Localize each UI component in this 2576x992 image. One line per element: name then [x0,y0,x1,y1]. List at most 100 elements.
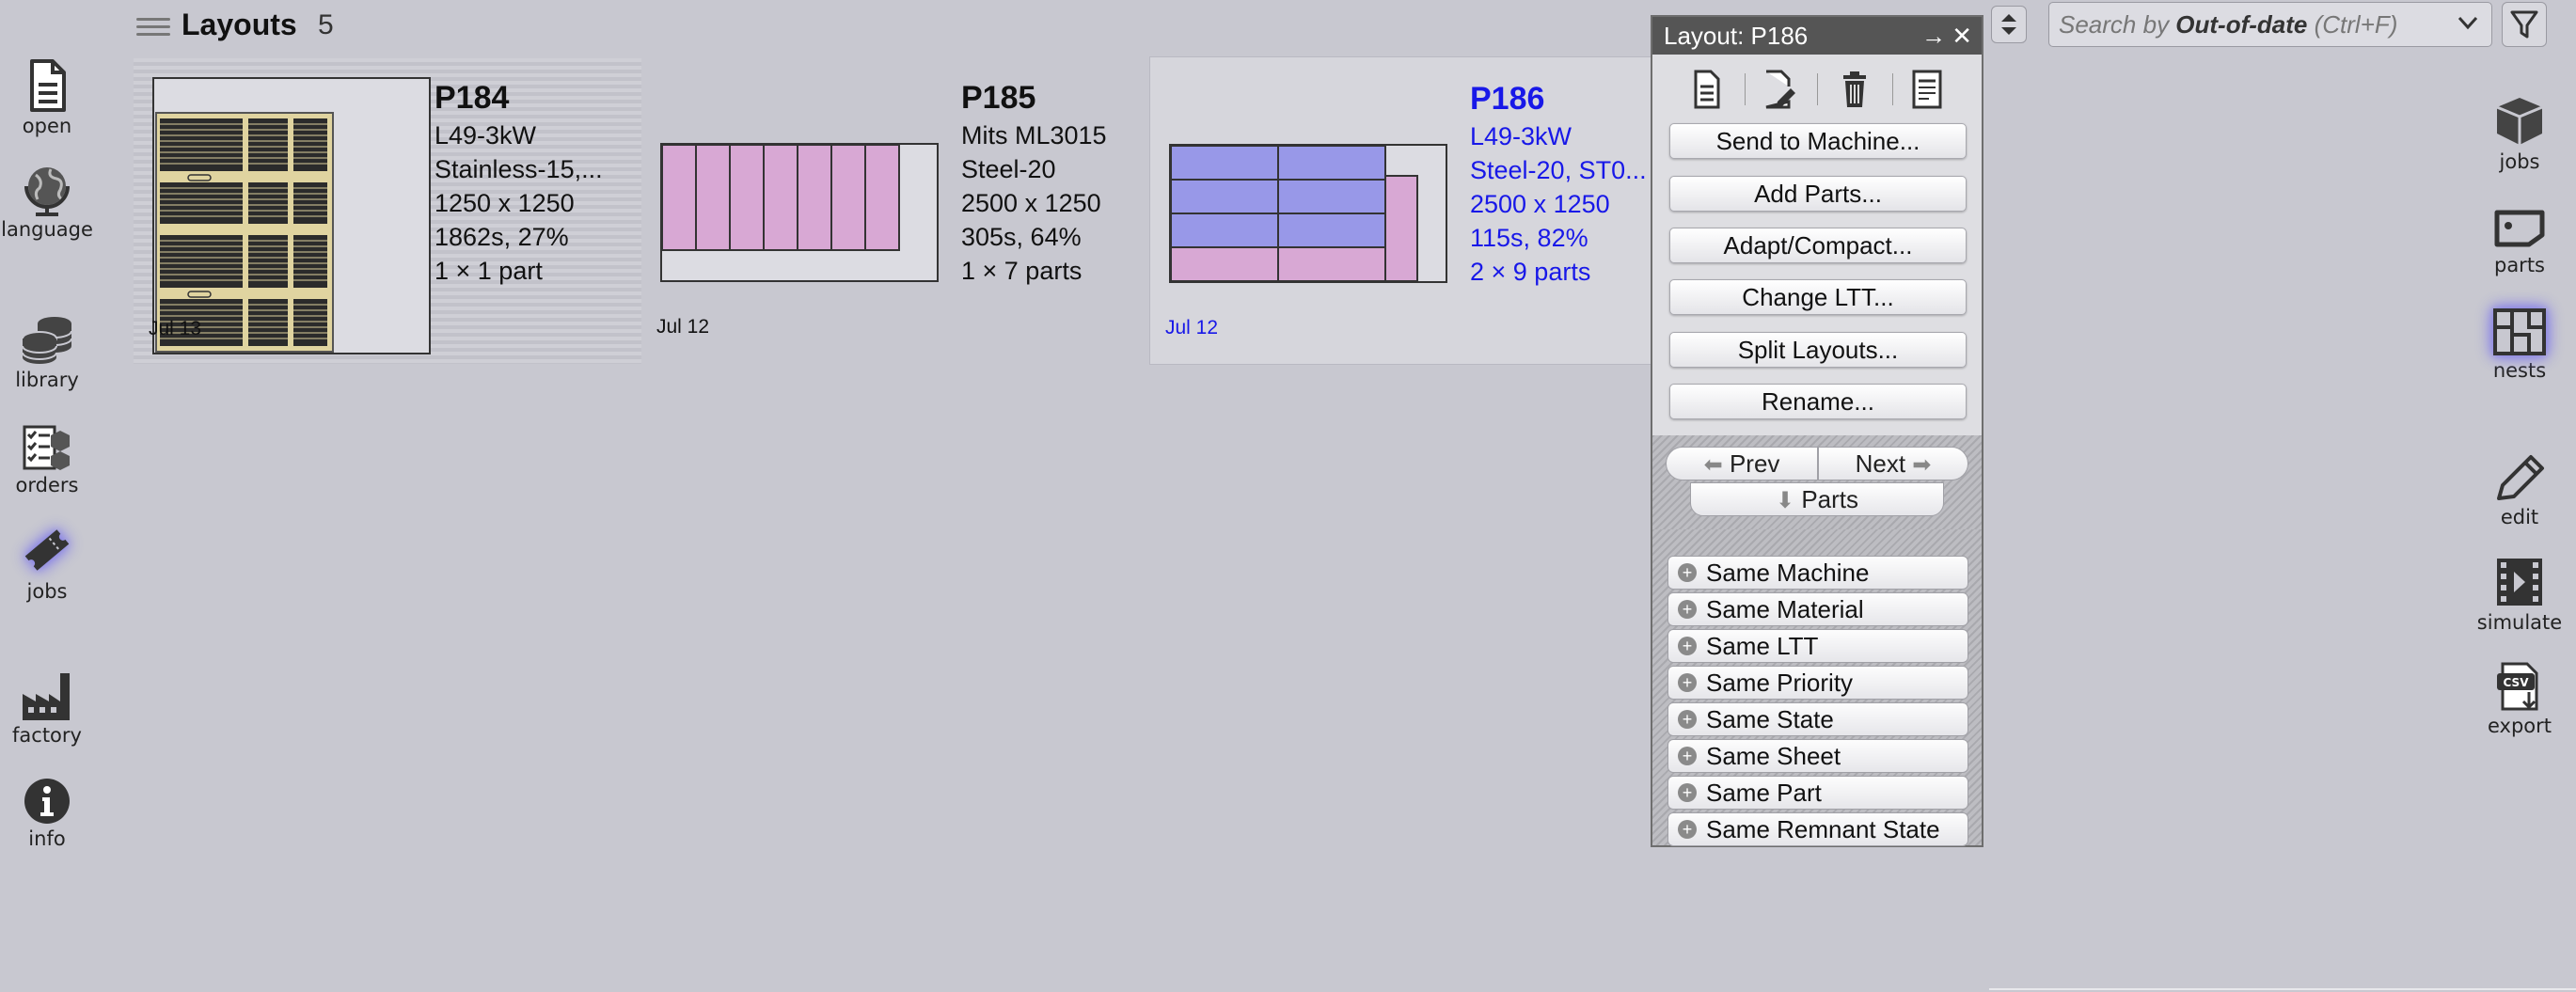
ticket-icon [24,529,70,571]
search-input[interactable]: Search by Out-of-date (Ctrl+F) [2048,2,2492,47]
nav-label: open [22,115,72,137]
layout-date: Jul 12 [1165,317,1219,339]
nav-label: orders [15,474,79,496]
nav-open[interactable]: open [0,58,94,137]
parts-label: Parts [1801,485,1859,513]
close-icon[interactable]: ✕ [1952,17,1972,55]
nav-library[interactable]: library [0,314,94,391]
nav-simulate[interactable]: simulate [2463,555,2576,634]
filter-label: Same Sheet [1706,742,1841,770]
filter-same-machine[interactable]: + Same Machine [1667,556,1968,590]
globe-icon [24,167,70,216]
adapt-compact-button[interactable]: Adapt/Compact... [1669,228,1967,263]
plus-icon: + [1678,673,1697,692]
filter-same-sheet[interactable]: + Same Sheet [1667,739,1968,773]
plus-icon: + [1678,563,1697,582]
nav-factory[interactable]: factory [0,669,94,747]
layout-info: P184 L49-3kW Stainless-15,... 1250 x 125… [435,77,603,288]
filter-same-material[interactable]: + Same Material [1667,592,1968,626]
add-parts-button[interactable]: Add Parts... [1669,176,1967,212]
nav-label: parts [2493,254,2545,276]
nav-label: language [1,218,93,241]
arrow-down-icon: ⬇ [1775,488,1795,513]
parts-button[interactable]: ⬇ Parts [1690,482,1944,516]
filter-same-part[interactable]: + Same Part [1667,776,1968,810]
nav-info[interactable]: info [0,777,94,850]
filter-label: Same Remnant State [1706,815,1940,843]
part-icon [2494,210,2545,247]
nav-orders[interactable]: orders [0,423,94,496]
edit-document-icon[interactable] [1761,66,1798,113]
nav-nests[interactable]: nests [2463,307,2576,382]
nav-edit[interactable]: edit [2463,451,2576,528]
nav-export[interactable]: CSV export [2463,660,2576,737]
plus-icon: + [1678,783,1697,802]
report-icon[interactable] [1908,66,1946,113]
layout-panel: Layout: P186 → ✕ Send to Machine... Add … [1651,15,1983,847]
change-ltt-button[interactable]: Change LTT... [1669,279,1967,315]
layout-date: Jul 13 [149,318,202,339]
filter-label: Same Machine [1706,559,1870,587]
toolbar-divider [1817,73,1818,105]
filter-label: Same Part [1706,779,1822,807]
nav-label: factory [12,724,82,747]
layout-size: 2500 x 1250 [961,189,1101,217]
layout-machine: Mits ML3015 [961,121,1107,150]
nav-jobs[interactable]: jobs [0,522,94,603]
layout-parts: 1 × 7 parts [961,257,1083,285]
toolbar-divider [1745,73,1746,105]
filter-button[interactable] [2502,2,2547,47]
hamburger-menu-icon[interactable] [136,13,170,41]
nav-label: jobs [26,580,68,603]
arrow-right-icon: ➡ [1912,452,1932,478]
panel-toolbar [1652,66,1982,113]
layout-card-p186[interactable]: P186 L49-3kW Steel-20, ST0... 2500 x 125… [1149,56,1657,365]
nav-parts[interactable]: parts [2463,205,2576,276]
layout-thumbnail [660,143,939,282]
nav-jobs-right[interactable]: jobs [2463,94,2576,173]
panel-filters: + Same Machine + Same Material + Same LTT +… [1652,529,1982,846]
send-to-machine-button[interactable]: Send to Machine... [1669,123,1967,159]
layout-name: P184 [435,80,510,116]
filter-same-remnant-state[interactable]: + Same Remnant State [1667,812,1968,846]
film-icon [2497,559,2542,606]
plus-icon: + [1678,820,1697,839]
filter-same-ltt[interactable]: + Same LTT [1667,629,1968,663]
layout-thumbnail [152,77,431,354]
layout-material: Stainless-15,... [435,155,603,183]
layout-date: Jul 12 [656,316,710,338]
document-icon[interactable] [1688,66,1726,113]
filter-label: Same Priority [1706,669,1854,697]
filter-same-priority[interactable]: + Same Priority [1667,666,1968,700]
next-label: Next [1855,449,1906,478]
nav-label: simulate [2476,611,2563,634]
pin-icon[interactable]: → [1921,17,1946,55]
next-button[interactable]: Next ➡ [1818,447,1968,480]
layout-info: P186 L49-3kW Steel-20, ST0... 2500 x 125… [1470,78,1647,289]
trash-icon[interactable] [1836,66,1873,113]
split-layouts-button[interactable]: Split Layouts... [1669,332,1967,368]
filter-same-state[interactable]: + Same State [1667,702,1968,736]
sort-icon [2001,14,2016,35]
rename-button[interactable]: Rename... [1669,384,1967,419]
prev-button[interactable]: ⬅ Prev [1666,447,1818,480]
layout-card-p185[interactable]: P185 Mits ML3015 Steel-20 2500 x 1250 30… [641,58,1149,364]
info-icon [24,779,70,824]
layout-machine: L49-3kW [1470,122,1572,150]
checklist-icon [23,425,70,470]
layout-parts: 1 × 1 part [435,257,543,285]
layout-time: 1862s, 27% [435,223,569,251]
panel-title: Layout: P186 [1664,22,1809,50]
csv-export-icon: CSV [2497,662,2538,711]
filter-label: Same Material [1706,595,1864,623]
database-icon [22,317,72,364]
chevron-down-icon[interactable] [2457,14,2478,33]
panel-actions: Send to Machine... Add Parts... Adapt/Co… [1652,55,1982,449]
svg-text:CSV: CSV [2504,676,2530,689]
panel-header: Layout: P186 → ✕ [1652,17,1982,55]
nav-language[interactable]: language [0,162,94,241]
panel-navigation: ⬅ Prev Next ➡ ⬇ Parts [1652,435,1982,529]
sort-button[interactable] [1991,6,2027,43]
layout-card-p184[interactable]: P184 L49-3kW Stainless-15,... 1250 x 125… [134,58,641,364]
layout-size: 2500 x 1250 [1470,190,1610,218]
